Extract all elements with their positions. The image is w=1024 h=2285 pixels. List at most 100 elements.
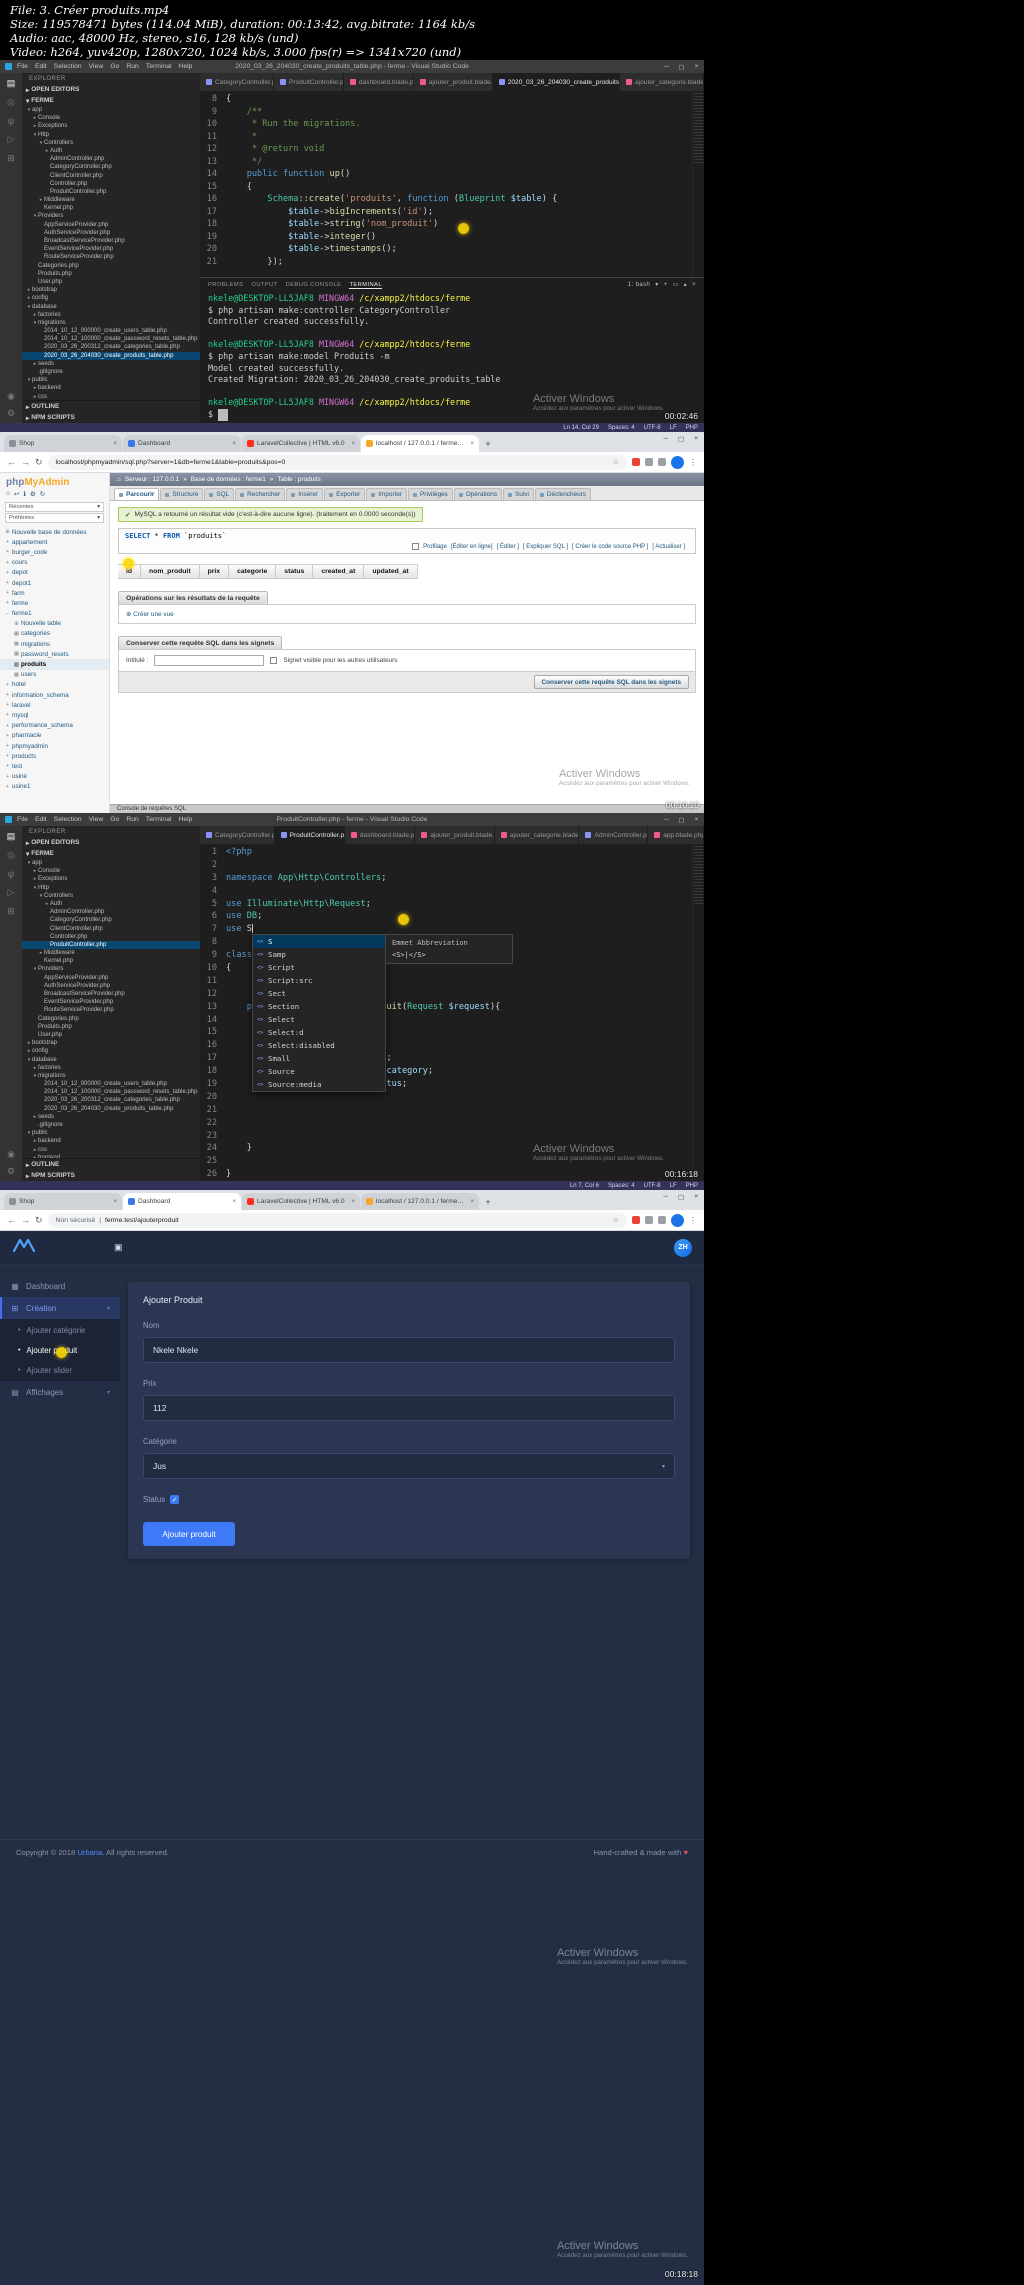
file-tree-item[interactable]: 2014_10_12_100000_create_password_resets…: [22, 335, 200, 343]
status-checkbox[interactable]: ✓: [170, 1495, 180, 1504]
panel-tab[interactable]: PROBLEMS: [208, 282, 243, 288]
tree-node-icon[interactable]: ⊕: [12, 621, 21, 627]
minimize-icon[interactable]: ─: [659, 816, 674, 824]
editor-tab[interactable]: ajouter_categorie.blade.php ×: [619, 73, 704, 91]
run-debug-icon[interactable]: ▷: [8, 887, 15, 898]
recent-tables-select[interactable]: Récentes ▾: [5, 502, 104, 512]
tree-node-icon[interactable]: −: [3, 611, 12, 617]
file-tree-item[interactable]: ▸ backend: [22, 384, 200, 392]
file-tree-item[interactable]: AuthServiceProvider.php: [22, 982, 200, 990]
split-terminal-icon[interactable]: ▭: [673, 281, 679, 288]
file-tree-item[interactable]: Controller.php: [22, 180, 200, 188]
menubar-item[interactable]: File: [17, 63, 28, 70]
file-tree-item[interactable]: .gitignore: [22, 368, 200, 376]
menubar-item[interactable]: Run: [126, 63, 138, 70]
browser-menu-icon[interactable]: ⋮: [689, 1216, 697, 1225]
file-tree-item[interactable]: ▾ Controllers: [22, 139, 200, 147]
workspace-root-section[interactable]: ▾ FERME: [22, 95, 200, 106]
panel-tab[interactable]: OUTPUT: [251, 282, 277, 288]
tree-node-icon[interactable]: +: [3, 549, 12, 555]
file-tree-item[interactable]: ▾ Http: [22, 884, 200, 892]
status-bar-item[interactable]: Ln 7, Col 6: [570, 1183, 599, 1189]
query-action-link[interactable]: Profilage: [423, 544, 447, 550]
tree-node-icon[interactable]: +: [3, 560, 12, 566]
query-action-link[interactable]: [ Actualiser ]: [652, 544, 685, 550]
back-icon[interactable]: ←: [7, 457, 16, 467]
minimize-icon[interactable]: ─: [663, 435, 668, 443]
database-tree-item[interactable]: ⊕ Nouvelle base de données: [0, 527, 109, 537]
explorer-icon[interactable]: ▤: [7, 831, 16, 842]
tree-node-icon[interactable]: +: [3, 600, 12, 606]
forward-icon[interactable]: →: [21, 1215, 30, 1225]
database-tree-item[interactable]: + usine1: [0, 782, 109, 792]
status-bar-item[interactable]: UTF-8: [644, 1183, 661, 1189]
file-tree-item[interactable]: 2014_10_12_000000_create_users_table.php: [22, 327, 200, 335]
open-editors-section[interactable]: ▸ OPEN EDITORS: [22, 84, 200, 95]
account-icon[interactable]: ◉: [7, 1149, 15, 1160]
run-debug-icon[interactable]: ▷: [8, 134, 15, 145]
editor-tab[interactable]: AdminController.php ×: [579, 826, 649, 844]
query-action-link[interactable]: [ Créer le code source PHP ]: [572, 544, 648, 550]
extension-icon[interactable]: [658, 1216, 666, 1224]
file-tree-item[interactable]: ClientController.php: [22, 925, 200, 933]
close-icon[interactable]: ×: [689, 63, 704, 71]
minimap[interactable]: [692, 844, 704, 1181]
outline-section[interactable]: ▸ OUTLINE: [22, 401, 200, 412]
file-tree-item[interactable]: ▾ database: [22, 303, 200, 311]
tree-node-icon[interactable]: +: [3, 774, 12, 780]
file-tree-item[interactable]: 2020_03_26_204030_create_produits_table.…: [22, 1105, 200, 1113]
file-tree-item[interactable]: ▾ Http: [22, 131, 200, 139]
status-bar-item[interactable]: Ln 14, Col 29: [563, 425, 599, 431]
file-tree-item[interactable]: Produits.php: [22, 270, 200, 278]
pma-logo[interactable]: phpMyAdmin: [0, 473, 109, 490]
security-chip[interactable]: Non sécurisé: [56, 1217, 96, 1224]
workspace-root-section[interactable]: ▾ FERME: [22, 848, 200, 859]
maximize-icon[interactable]: ▢: [674, 63, 689, 71]
file-tree-item[interactable]: Controller.php: [22, 933, 200, 941]
browser-tab[interactable]: LaravelCollective | HTML v6.0 ×: [242, 1193, 360, 1210]
file-tree-item[interactable]: 2014_10_12_000000_create_users_table.php: [22, 1080, 200, 1088]
result-column-header[interactable]: updated_at: [364, 565, 418, 578]
forward-icon[interactable]: →: [21, 457, 30, 467]
sidebar-subitem[interactable]: • Ajouter slider: [0, 1360, 120, 1380]
file-tree-item[interactable]: ▸ bootstrap: [22, 286, 200, 294]
editor-tab[interactable]: ajouter_produit.blade.php ×: [413, 73, 493, 91]
status-bar-item[interactable]: LF: [670, 1183, 677, 1189]
sidebar-toggle-icon[interactable]: ▣: [114, 1242, 123, 1253]
file-tree-item[interactable]: ▾ app: [22, 106, 200, 114]
editor-tab[interactable]: 2020_03_26_204030_create_produits_table.…: [492, 73, 620, 91]
pma-menu-tab[interactable]: Privilèges: [408, 488, 453, 500]
extension-icon[interactable]: [632, 458, 640, 466]
menubar-item[interactable]: Edit: [35, 63, 47, 70]
tree-node-icon[interactable]: +: [3, 539, 12, 545]
editor-tab[interactable]: ProduitController.php ×: [274, 826, 345, 844]
pma-nav-toolbar-icon[interactable]: ↩: [14, 490, 19, 498]
categorie-select[interactable]: Jus ▾: [143, 1453, 675, 1479]
file-tree-item[interactable]: ▾ Controllers: [22, 892, 200, 900]
browser-tab[interactable]: LaravelCollective | HTML v6.0 ×: [242, 435, 360, 452]
pma-menu-tab[interactable]: Rechercher: [235, 488, 286, 500]
account-icon[interactable]: ◉: [7, 391, 15, 402]
file-tree-item[interactable]: Categories.php: [22, 1015, 200, 1023]
status-bar-item[interactable]: Spaces: 4: [608, 425, 635, 431]
bookmark-star-icon[interactable]: ☆: [613, 1216, 619, 1224]
editor-tab[interactable]: ajouter_categorie.blade.php ×: [494, 826, 580, 844]
explorer-icon[interactable]: ▤: [7, 78, 16, 89]
file-tree-item[interactable]: EventServiceProvider.php: [22, 998, 200, 1006]
extensions-icon[interactable]: ⊞: [7, 906, 15, 917]
extension-icon[interactable]: [645, 458, 653, 466]
menubar-item[interactable]: Help: [178, 816, 192, 823]
autocomplete-item[interactable]: <> Select:disabled: [253, 1039, 385, 1052]
database-tree-item[interactable]: + appartement: [0, 537, 109, 547]
file-tree-item[interactable]: ▸ factories: [22, 1064, 200, 1072]
pma-menu-tab[interactable]: Suivi: [503, 488, 534, 500]
tree-node-icon[interactable]: +: [3, 753, 12, 759]
tree-node-icon[interactable]: +: [3, 763, 12, 769]
database-tree-item[interactable]: + laravel: [0, 700, 109, 710]
pma-nav-toolbar-icon[interactable]: ⌂: [6, 490, 10, 498]
browser-profile-avatar[interactable]: [671, 1213, 684, 1227]
file-tree-item[interactable]: 2014_10_12_100000_create_password_resets…: [22, 1088, 200, 1096]
database-tree-item[interactable]: + hotel: [0, 680, 109, 690]
tree-node-icon[interactable]: +: [3, 682, 12, 688]
user-avatar[interactable]: ZH: [674, 1238, 692, 1257]
